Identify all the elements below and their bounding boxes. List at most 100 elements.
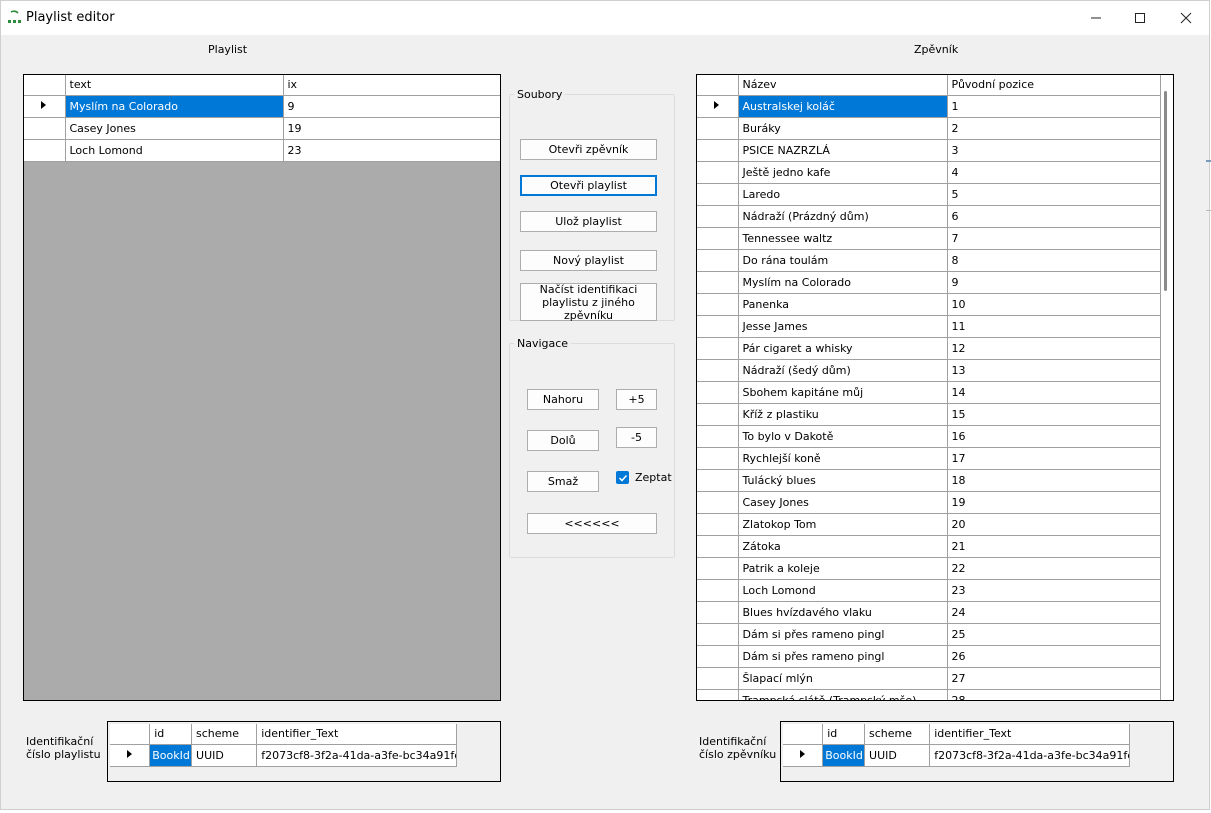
cell-name[interactable]: Buráky (738, 117, 948, 140)
cell-name[interactable]: To bylo v Dakotě (738, 425, 948, 448)
cell-identifier-text[interactable]: f2073cf8-3f2a-41da-a3fe-bc34a91feb2f (256, 744, 457, 767)
table-row[interactable]: Dám si přes rameno pingl 26 (697, 645, 1161, 668)
cell-name[interactable]: Australskej koláč (738, 95, 948, 118)
cell-id[interactable]: BookId (149, 744, 193, 767)
table-row[interactable]: Myslím na Colorado 9 (24, 95, 500, 118)
move-down-button[interactable]: Dolů (527, 430, 599, 451)
move-up-button[interactable]: Nahoru (527, 389, 599, 410)
table-row[interactable]: Dám si přes rameno pingl 25 (697, 623, 1161, 646)
cell-text[interactable]: Myslím na Colorado (65, 95, 284, 118)
table-row[interactable]: Ještě jedno kafe 4 (697, 161, 1161, 184)
cell-scheme[interactable]: UUID (864, 744, 931, 767)
table-row[interactable]: To bylo v Dakotě 16 (697, 425, 1161, 448)
maximize-button[interactable] (1117, 1, 1163, 35)
table-row[interactable]: BookId UUID f2073cf8-3f2a-41da-a3fe-bc34… (783, 744, 1130, 767)
row-header[interactable] (697, 95, 739, 118)
cell-name[interactable]: Nádraží (Prázdný dům) (738, 205, 948, 228)
new-playlist-button[interactable]: Nový playlist (520, 250, 657, 271)
open-songbook-button[interactable]: Otevři zpěvník (520, 139, 657, 160)
row-header[interactable] (697, 645, 739, 668)
row-header[interactable] (697, 359, 739, 382)
table-row[interactable]: Tennessee waltz 7 (697, 227, 1161, 250)
load-id-from-other-songbook-button[interactable]: Načíst identifikaci playlistu z jiného z… (520, 283, 657, 322)
cell-ix[interactable]: 9 (283, 95, 500, 118)
row-header[interactable] (697, 513, 739, 536)
cell-original-position[interactable]: 3 (947, 139, 1161, 162)
cell-original-position[interactable]: 15 (947, 403, 1161, 426)
cell-original-position[interactable]: 25 (947, 623, 1161, 646)
minimize-button[interactable] (1073, 1, 1119, 35)
column-header-ix[interactable]: ix (283, 75, 500, 96)
add-to-playlist-button[interactable]: <<<<<< (527, 513, 657, 534)
row-header[interactable] (783, 744, 824, 767)
cell-original-position[interactable]: 16 (947, 425, 1161, 448)
cell-original-position[interactable]: 22 (947, 557, 1161, 580)
table-row[interactable]: Panenka 10 (697, 293, 1161, 316)
playlist-grid[interactable]: text ix Myslím na Colorado 9 Casey Jones… (23, 74, 501, 701)
cell-name[interactable]: Patrik a koleje (738, 557, 948, 580)
row-header[interactable] (697, 579, 739, 602)
table-row[interactable]: Šlapací mlýn 27 (697, 667, 1161, 690)
cell-scheme[interactable]: UUID (191, 744, 258, 767)
cell-name[interactable]: Ještě jedno kafe (738, 161, 948, 184)
cell-name[interactable]: PSICE NAZRZLÁ (738, 139, 948, 162)
cell-name[interactable]: Do rána toulám (738, 249, 948, 272)
table-row[interactable]: Laredo 5 (697, 183, 1161, 206)
row-header[interactable] (697, 139, 739, 162)
column-header-original-position[interactable]: Původní pozice (947, 75, 1161, 96)
open-playlist-button[interactable]: Otevři playlist (520, 175, 657, 196)
cell-name[interactable]: Pár cigaret a whisky (738, 337, 948, 360)
row-header[interactable] (697, 689, 739, 700)
row-header[interactable] (697, 557, 739, 580)
cell-original-position[interactable]: 4 (947, 161, 1161, 184)
songbook-grid[interactable]: Název Původní pozice Australskej koláč 1 B… (696, 74, 1174, 701)
close-button[interactable] (1163, 1, 1209, 35)
cell-name[interactable]: Šlapací mlýn (738, 667, 948, 690)
row-header[interactable] (697, 447, 739, 470)
row-header[interactable] (697, 425, 739, 448)
cell-ix[interactable]: 23 (283, 139, 500, 162)
table-row[interactable]: Australskej koláč 1 (697, 95, 1161, 118)
column-header-identifier-text[interactable]: identifier_Text (256, 724, 457, 745)
cell-original-position[interactable]: 13 (947, 359, 1161, 382)
cell-name[interactable]: Sbohem kapitáne můj (738, 381, 948, 404)
row-header[interactable] (697, 491, 739, 514)
cell-original-position[interactable]: 11 (947, 315, 1161, 338)
row-header[interactable] (697, 227, 739, 250)
table-row[interactable]: Casey Jones 19 (24, 117, 500, 140)
table-row[interactable]: Jesse James 11 (697, 315, 1161, 338)
cell-name[interactable]: Jesse James (738, 315, 948, 338)
row-header[interactable] (697, 667, 739, 690)
row-header[interactable] (697, 337, 739, 360)
cell-original-position[interactable]: 18 (947, 469, 1161, 492)
cell-name[interactable]: Blues hvízdavého vlaku (738, 601, 948, 624)
row-header[interactable] (24, 95, 66, 118)
table-row[interactable]: Patrik a koleje 22 (697, 557, 1161, 580)
table-row[interactable]: Blues hvízdavého vlaku 24 (697, 601, 1161, 624)
cell-name[interactable]: Zátoka (738, 535, 948, 558)
column-header-text[interactable]: text (65, 75, 284, 96)
cell-name[interactable]: Casey Jones (738, 491, 948, 514)
cell-name[interactable]: Dám si přes rameno pingl (738, 645, 948, 668)
table-row[interactable]: Loch Lomond 23 (697, 579, 1161, 602)
table-row[interactable]: Nádraží (šedý dům) 13 (697, 359, 1161, 382)
cell-original-position[interactable]: 23 (947, 579, 1161, 602)
row-header[interactable] (24, 117, 66, 140)
column-header-id[interactable]: id (822, 724, 866, 745)
cell-original-position[interactable]: 9 (947, 271, 1161, 294)
row-header[interactable] (697, 117, 739, 140)
column-header-name[interactable]: Název (738, 75, 948, 96)
column-header-scheme[interactable]: scheme (864, 724, 931, 745)
table-row[interactable]: Rychlejší koně 17 (697, 447, 1161, 470)
cell-text[interactable]: Loch Lomond (65, 139, 284, 162)
cell-original-position[interactable]: 10 (947, 293, 1161, 316)
row-header[interactable] (697, 293, 739, 316)
row-header[interactable] (697, 381, 739, 404)
cell-name[interactable]: Dám si přes rameno pingl (738, 623, 948, 646)
cell-name[interactable]: Trampská slátě (Trampský mše) (738, 689, 948, 700)
cell-original-position[interactable]: 2 (947, 117, 1161, 140)
table-row[interactable]: Buráky 2 (697, 117, 1161, 140)
table-row[interactable]: Zlatokop Tom 20 (697, 513, 1161, 536)
table-row[interactable]: PSICE NAZRZLÁ 3 (697, 139, 1161, 162)
row-header[interactable] (697, 249, 739, 272)
